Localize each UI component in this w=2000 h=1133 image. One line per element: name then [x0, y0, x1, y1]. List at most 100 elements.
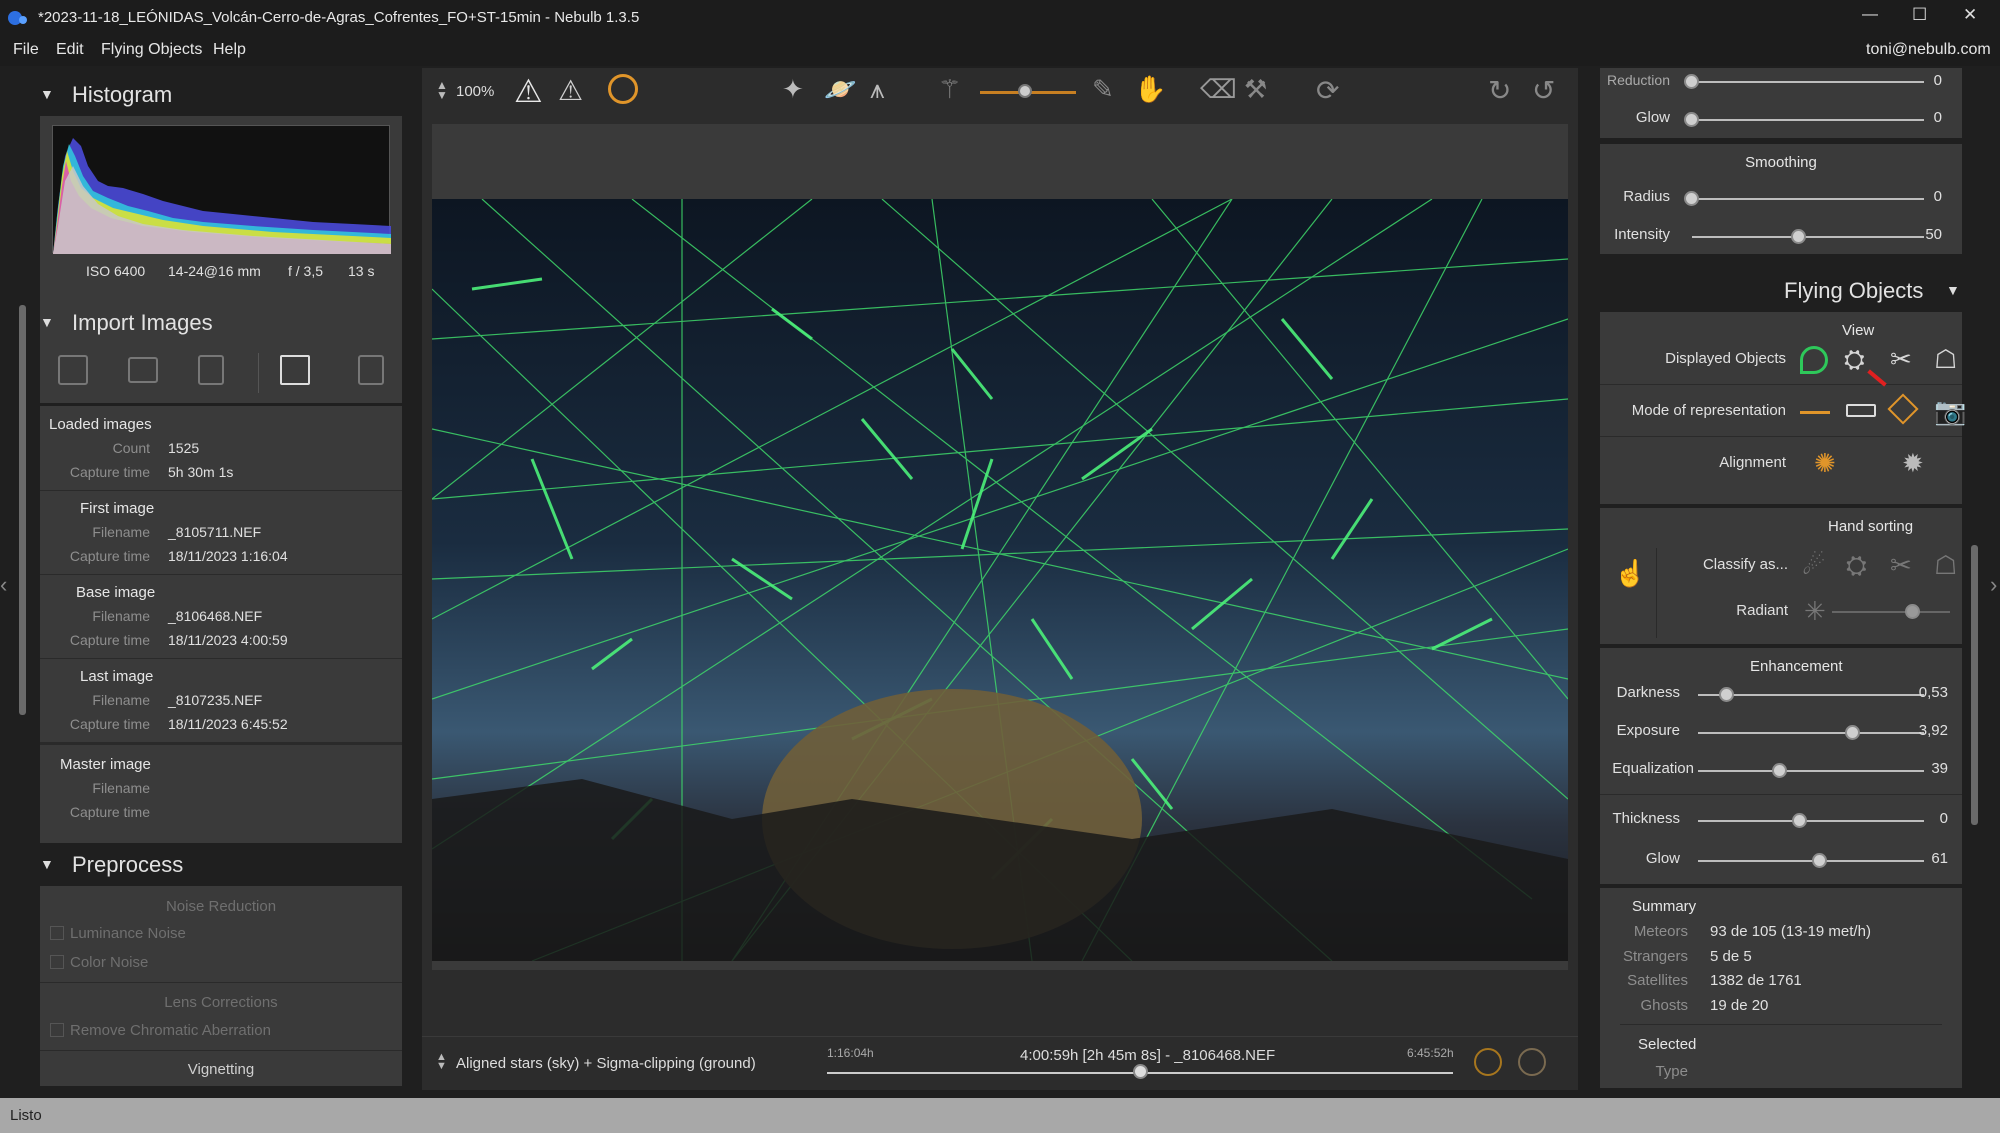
exposure-knob[interactable] [1845, 725, 1860, 740]
menu-file[interactable]: File [13, 41, 39, 59]
alignment-sky-icon[interactable]: ✹ [1902, 448, 1924, 478]
master-image-heading: Master image [60, 756, 151, 773]
meteor-overlay [432, 199, 1568, 961]
classify-ghost-icon[interactable]: ☖ [1934, 550, 1957, 580]
reduction-knob[interactable] [1684, 74, 1699, 89]
ghost-filter-icon[interactable]: ☖ [1934, 344, 1957, 374]
classify-ufo-icon[interactable]: ⛭ [1846, 550, 1867, 580]
left-scrollbar[interactable] [19, 305, 26, 715]
exposure-label: Exposure [1616, 722, 1680, 739]
radiant-icon[interactable]: ✳ [1804, 596, 1826, 626]
import-collapse-icon[interactable]: ▼ [40, 314, 54, 330]
refresh-icon[interactable]: ⟳ [1316, 74, 1339, 107]
status-bar: Listo [0, 1098, 2000, 1133]
eraser-icon[interactable]: ⌫ [1200, 74, 1237, 105]
radius-value: 0 [1933, 188, 1942, 205]
darkness-knob[interactable] [1719, 687, 1734, 702]
tower-icon[interactable]: ⩚ [870, 74, 885, 106]
first-capture-value: 18/11/2023 1:16:04 [168, 548, 288, 564]
import-images-icon[interactable] [58, 355, 88, 385]
zoom-level[interactable]: 100% [456, 83, 494, 100]
time-end: 6:45:52h [1407, 1046, 1454, 1060]
remove-ca-checkbox[interactable] [50, 1023, 64, 1037]
stars-icon[interactable]: ✦ [782, 74, 804, 105]
satellite-filter-icon[interactable]: ✂ [1890, 344, 1912, 374]
undo-icon[interactable]: ↺ [1532, 74, 1555, 107]
preprocess-title: Preprocess [72, 852, 184, 877]
timeline-knob[interactable] [1133, 1064, 1148, 1079]
thickness-knob[interactable] [1792, 813, 1807, 828]
history-undo-clock-icon[interactable] [1518, 1048, 1546, 1076]
broom-icon[interactable]: ⚒ [1244, 74, 1267, 105]
divider [40, 1050, 402, 1051]
line-mode-icon[interactable] [1800, 411, 1830, 414]
glow-knob[interactable] [1684, 112, 1699, 127]
brush-size-knob[interactable] [1018, 84, 1032, 98]
hand-cursor-icon[interactable]: ☝ [1614, 558, 1646, 588]
warning-filled-icon[interactable]: ⚠ [558, 74, 583, 107]
luminance-noise-label: Luminance Noise [70, 925, 186, 942]
preprocess-collapse-icon[interactable]: ▼ [40, 856, 54, 872]
base-image-heading: Base image [76, 584, 156, 601]
camera-mode-icon[interactable]: 📷 [1934, 396, 1966, 426]
export-clipboard-icon[interactable] [358, 355, 384, 385]
planet-icon[interactable]: 🪐 [824, 74, 856, 105]
luminance-noise-checkbox[interactable] [50, 926, 64, 940]
close-button[interactable]: ✕ [1963, 5, 1977, 25]
histogram-title: Histogram [72, 82, 173, 107]
lasso-icon[interactable]: ✋ [1134, 74, 1166, 105]
menu-bar: File Edit Flying Objects Help toni@nebul… [0, 36, 2000, 66]
redo-icon[interactable]: ↻ [1488, 74, 1511, 107]
maximize-button[interactable]: ☐ [1912, 5, 1927, 25]
alignment-label: Alignment [1719, 454, 1786, 471]
menu-edit[interactable]: Edit [56, 41, 84, 59]
meteor-filter-icon[interactable] [1800, 346, 1828, 374]
stacking-mode[interactable]: Aligned stars (sky) + Sigma-clipping (gr… [456, 1055, 756, 1072]
radiant-knob[interactable] [1905, 604, 1920, 619]
equalization-knob[interactable] [1772, 763, 1787, 778]
left-panel-toggle-icon[interactable]: ‹ [0, 572, 7, 598]
menu-flying-objects[interactable]: Flying Objects [101, 41, 202, 59]
diamond-mode-icon[interactable] [1887, 393, 1919, 425]
glow2-value: 61 [1931, 850, 1948, 867]
color-noise-checkbox[interactable] [50, 955, 64, 969]
darkness-value: 0,53 [1918, 684, 1948, 701]
image-viewport[interactable] [432, 124, 1568, 970]
mode-stepper-icon[interactable]: ▲ ▼ [436, 1052, 447, 1072]
ufo-filter-icon[interactable]: ⛭ [1844, 344, 1865, 374]
right-panel-toggle-icon[interactable]: › [1990, 572, 1997, 598]
warning-outline-icon[interactable]: ⚠ [514, 72, 543, 110]
glow2-knob[interactable] [1812, 853, 1827, 868]
user-account[interactable]: toni@nebulb.com [1866, 41, 1991, 59]
sky-image[interactable] [432, 199, 1568, 961]
histogram-graph [53, 138, 391, 254]
histogram-exposure: 13 s [348, 263, 375, 279]
histogram-collapse-icon[interactable]: ▼ [40, 86, 54, 102]
brush-icon[interactable]: ✎ [1092, 74, 1114, 105]
classify-meteor-icon[interactable]: ☄ [1802, 550, 1825, 580]
history-clock-icon[interactable] [1474, 1048, 1502, 1076]
base-filename-label: Filename [92, 608, 150, 624]
magic-wand-icon[interactable]: ⚚ [938, 74, 961, 105]
displayed-objects-label: Displayed Objects [1665, 350, 1786, 367]
lens-corrections-heading: Lens Corrections [164, 994, 278, 1011]
flying-objects-collapse-icon[interactable]: ▼ [1946, 282, 1960, 298]
intensity-knob[interactable] [1791, 229, 1806, 244]
import-clipboard-icon[interactable] [198, 355, 224, 385]
status-text: Listo [10, 1107, 42, 1124]
master-image-icon[interactable] [280, 355, 310, 385]
alignment-stars-icon[interactable]: ✺ [1814, 448, 1836, 478]
base-filename-value: _8106468.NEF [168, 608, 263, 624]
menu-help[interactable]: Help [213, 41, 246, 59]
minimize-button[interactable]: — [1862, 6, 1878, 24]
radius-knob[interactable] [1684, 191, 1699, 206]
zoom-stepper-icon[interactable]: ▲ ▼ [436, 79, 448, 101]
intensity-label: Intensity [1614, 226, 1670, 243]
bar-mode-icon[interactable] [1846, 404, 1876, 417]
palette-icon[interactable] [608, 74, 638, 104]
classify-satellite-icon[interactable]: ✂ [1890, 550, 1912, 580]
right-scrollbar[interactable] [1971, 545, 1978, 825]
import-folder-icon[interactable] [128, 357, 158, 383]
divider [40, 574, 402, 575]
radiant-slider[interactable] [1832, 611, 1950, 613]
